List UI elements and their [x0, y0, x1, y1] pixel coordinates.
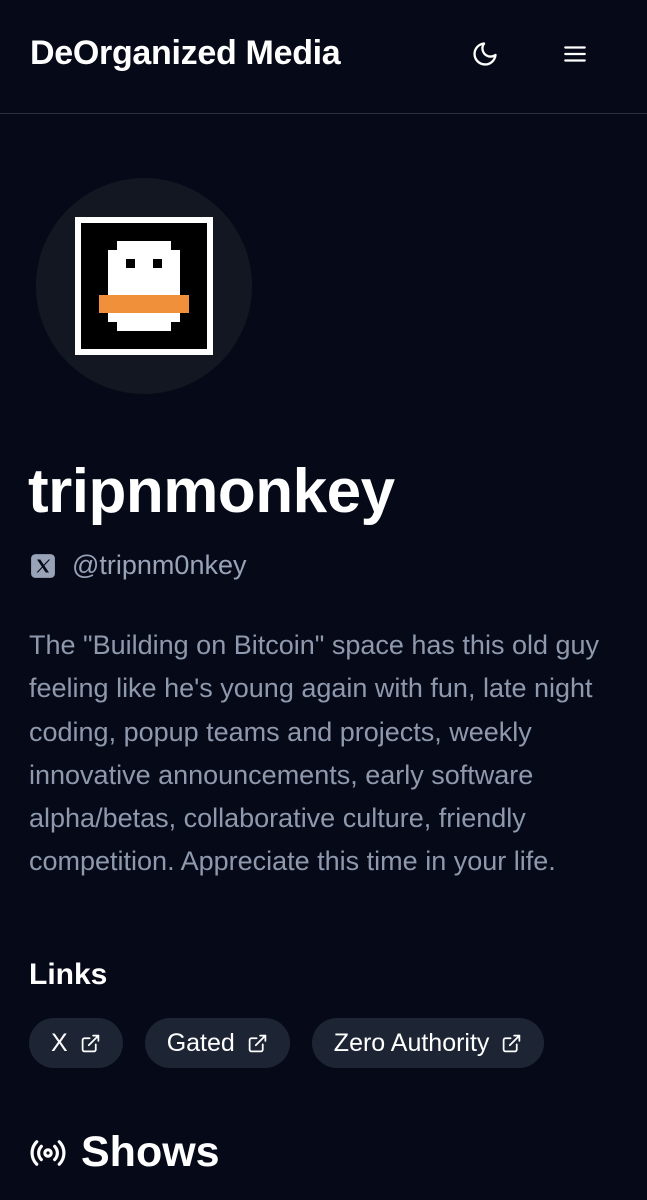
link-zero-authority[interactable]: Zero Authority	[311, 1018, 545, 1068]
handle-text: @tripnm0nkey	[72, 550, 247, 580]
link-x[interactable]: X	[29, 1018, 123, 1068]
profile-handle[interactable]: @tripnm0nkey	[30, 550, 246, 581]
top-header: DeOrganized Media	[0, 0, 647, 114]
external-link-icon	[248, 1034, 267, 1052]
link-label: X	[51, 1028, 68, 1057]
external-link-icon	[81, 1034, 99, 1052]
link-gated[interactable]: Gated	[144, 1018, 290, 1068]
avatar	[36, 178, 252, 394]
theme-toggle-button[interactable]	[461, 30, 509, 78]
hamburger-menu-icon	[564, 46, 586, 62]
link-label: Zero Authority	[333, 1028, 490, 1057]
profile-bio: The "Building on Bitcoin" space has this…	[29, 630, 600, 877]
avatar-frame	[75, 217, 213, 355]
external-link-icon	[503, 1034, 521, 1052]
x-logo-icon	[31, 553, 55, 578]
shows-heading: Shows	[81, 1128, 220, 1176]
shows-section-header: Shows	[29, 1128, 220, 1177]
links-list: X Gated Zero Authority	[29, 1018, 545, 1068]
links-heading: Links	[29, 958, 108, 991]
link-label: Gated	[166, 1028, 235, 1057]
profile-username: tripnmonkey	[28, 457, 395, 526]
pixel-duck-avatar	[81, 223, 207, 349]
moon-icon	[473, 42, 497, 66]
brand-title[interactable]: DeOrganized Media	[30, 34, 341, 73]
broadcast-icon	[30, 1139, 66, 1166]
menu-button[interactable]	[551, 30, 599, 78]
